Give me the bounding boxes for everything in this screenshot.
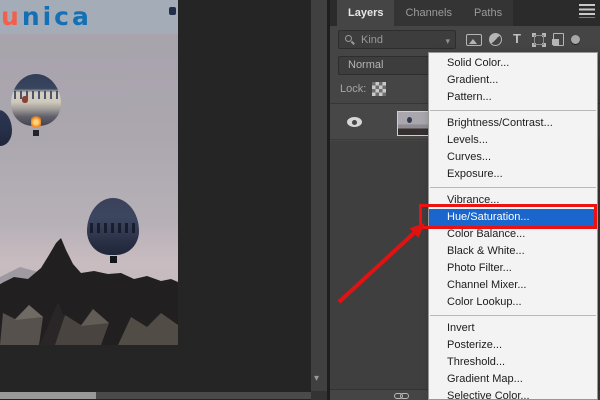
- menu-item-brightness-contrast[interactable]: Brightness/Contrast...: [429, 115, 597, 132]
- blend-mode-dropdown[interactable]: Normal: [338, 56, 430, 75]
- menu-item-solid-color[interactable]: Solid Color...: [429, 55, 597, 72]
- menu-item-pattern[interactable]: Pattern...: [429, 89, 597, 106]
- chevron-down-icon: ▾: [445, 33, 450, 50]
- rocky-terrain: [0, 0, 178, 345]
- tab-layers[interactable]: Layers: [337, 0, 394, 26]
- panel-menu-icon[interactable]: [579, 4, 595, 18]
- tab-paths[interactable]: Paths: [463, 0, 513, 26]
- horizontal-scrollbar-thumb[interactable]: [0, 392, 96, 399]
- menu-item-exposure[interactable]: Exposure...: [429, 166, 597, 183]
- menu-item-channel-mixer[interactable]: Channel Mixer...: [429, 277, 597, 294]
- highlight-red-box: [419, 204, 597, 229]
- vertical-scrollbar[interactable]: ▾: [311, 0, 327, 391]
- panel-tab-bar: LayersChannelsPaths: [330, 0, 600, 26]
- filter-kind-dropdown[interactable]: Kind ▾: [338, 30, 456, 49]
- scrollbar-corner: [311, 391, 327, 400]
- menu-item-posterize[interactable]: Posterize...: [429, 337, 597, 354]
- shape-layer-filter-icon[interactable]: [532, 33, 546, 47]
- menu-item-gradient[interactable]: Gradient...: [429, 72, 597, 89]
- menu-item-gradient-map[interactable]: Gradient Map...: [429, 371, 597, 388]
- adjustment-layer-filter-icon[interactable]: [489, 33, 502, 46]
- layer-thumbnail[interactable]: [397, 111, 430, 136]
- type-layer-filter-icon[interactable]: T: [509, 31, 525, 47]
- menu-item-curves[interactable]: Curves...: [429, 149, 597, 166]
- menu-item-selective-color[interactable]: Selective Color...: [429, 388, 597, 400]
- eye-icon: [347, 117, 362, 127]
- menu-separator: [430, 187, 596, 188]
- photoshop-window: unica ▾ Lay: [0, 0, 600, 400]
- pixel-layer-filter-icon[interactable]: [466, 34, 482, 46]
- filter-icons: T: [466, 31, 580, 47]
- menu-item-levels[interactable]: Levels...: [429, 132, 597, 149]
- menu-item-invert[interactable]: Invert: [429, 320, 597, 337]
- layer-filter-row: Kind ▾ T: [330, 26, 600, 54]
- lock-transparency-icon[interactable]: [372, 82, 386, 96]
- search-icon: [345, 35, 352, 42]
- horizontal-scrollbar[interactable]: [0, 392, 311, 399]
- filtering-toggle-icon[interactable]: [571, 35, 580, 44]
- smart-object-filter-icon[interactable]: [553, 33, 564, 46]
- menu-item-color-lookup[interactable]: Color Lookup...: [429, 294, 597, 311]
- menu-item-black-white[interactable]: Black & White...: [429, 243, 597, 260]
- menu-separator: [430, 110, 596, 111]
- menu-separator: [430, 315, 596, 316]
- menu-item-threshold[interactable]: Threshold...: [429, 354, 597, 371]
- canvas-photo: unica: [0, 0, 178, 345]
- scroll-down-icon[interactable]: ▾: [314, 374, 319, 384]
- lock-label: Lock:: [340, 83, 366, 95]
- tab-channels[interactable]: Channels: [394, 0, 462, 26]
- filter-kind-label: Kind: [361, 32, 383, 49]
- layer-visibility-button[interactable]: [344, 112, 366, 132]
- menu-item-photo-filter[interactable]: Photo Filter...: [429, 260, 597, 277]
